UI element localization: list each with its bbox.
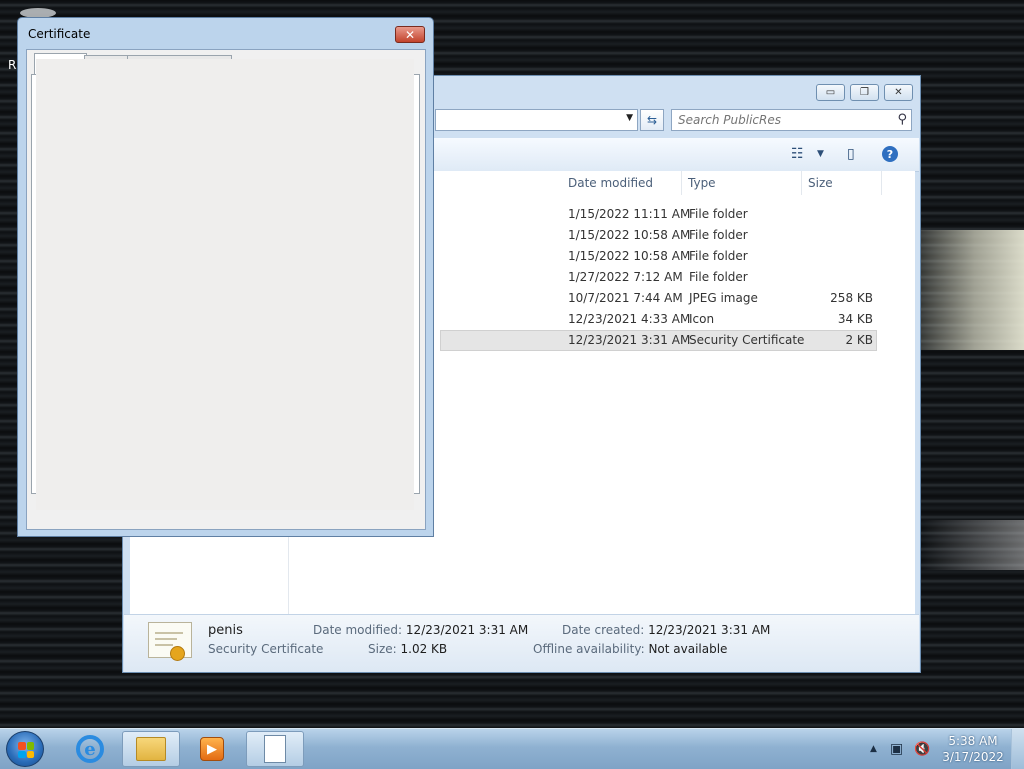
taskbar-media-player[interactable]: ▶: [184, 731, 240, 767]
file-date: 10/7/2021 7:44 AM: [568, 291, 683, 305]
file-date: 1/27/2022 7:12 AM: [568, 270, 683, 284]
details-file-type: Security Certificate: [208, 642, 324, 656]
taskbar: e ▶ ▲ ▣ 🔇 5:38 AM 3/17/2022: [0, 728, 1024, 769]
start-button[interactable]: [6, 731, 44, 767]
windows-explorer-icon: [136, 737, 166, 761]
show-hidden-icons[interactable]: ▲: [870, 729, 877, 769]
file-row[interactable]: 1/15/2022 11:11 AM File folder: [440, 204, 877, 225]
close-button[interactable]: ✕: [884, 84, 913, 101]
windows-logo-icon: [18, 742, 34, 758]
help-icon[interactable]: ?: [882, 146, 898, 162]
minimize-button[interactable]: ▭: [816, 84, 845, 101]
preview-pane-icon[interactable]: ▯: [847, 146, 855, 162]
internet-explorer-icon: e: [76, 735, 104, 763]
views-icon[interactable]: ☷: [791, 146, 804, 162]
search-input[interactable]: [672, 110, 884, 130]
address-bar[interactable]: ▼: [435, 109, 638, 131]
file-date: 12/23/2021 3:31 AM: [568, 333, 691, 347]
certificate-icon: [148, 622, 192, 661]
column-header-size[interactable]: Size: [802, 171, 882, 195]
show-desktop-button[interactable]: [1011, 729, 1024, 769]
file-type: File folder: [689, 249, 748, 263]
file-row[interactable]: 10/7/2021 7:44 AM JPEG image 258 KB: [440, 288, 877, 309]
file-size: 258 KB: [830, 291, 873, 305]
column-header-type[interactable]: Type: [682, 171, 802, 195]
file-row[interactable]: 12/23/2021 4:33 AM Icon 34 KB: [440, 309, 877, 330]
search-box[interactable]: ⚲: [671, 109, 912, 131]
document-icon: [264, 735, 286, 763]
dialog-title: Certificate: [28, 27, 91, 41]
media-player-icon: ▶: [200, 737, 224, 761]
clock-date: 3/17/2022: [942, 750, 1004, 764]
close-button[interactable]: ✕: [395, 26, 425, 43]
file-row[interactable]: 1/27/2022 7:12 AM File folder: [440, 267, 877, 288]
search-icon[interactable]: ⚲: [897, 112, 907, 127]
taskbar-windows-explorer[interactable]: [122, 731, 180, 767]
unrendered-area: [36, 59, 414, 510]
views-dropdown-icon[interactable]: ▼: [817, 149, 824, 159]
details-date-created: Date created: 12/23/2021 3:31 AM: [562, 623, 771, 637]
desktop-edge-text: R: [8, 58, 17, 72]
details-pane: penis Security Certificate Date modified…: [124, 614, 919, 672]
file-row-selected[interactable]: 12/23/2021 3:31 AM Security Certificate …: [440, 330, 877, 351]
file-type: Security Certificate: [689, 333, 805, 347]
file-type: JPEG image: [689, 291, 758, 305]
file-type: File folder: [689, 207, 748, 221]
maximize-button[interactable]: ❐: [850, 84, 879, 101]
file-row[interactable]: 1/15/2022 10:58 AM File folder: [440, 246, 877, 267]
taskbar-certificate[interactable]: [246, 731, 304, 767]
close-icon: ✕: [404, 27, 416, 42]
details-date-modified: Date modified: 12/23/2021 3:31 AM: [313, 623, 529, 637]
file-date: 1/15/2022 11:11 AM: [568, 207, 691, 221]
column-header-date-modified[interactable]: Date modified: [562, 171, 682, 195]
file-type: File folder: [689, 270, 748, 284]
details-file-name: penis: [208, 623, 243, 638]
wallpaper-streak: [920, 520, 1024, 570]
file-size: 34 KB: [837, 312, 873, 326]
details-size: Size: 1.02 KB: [368, 642, 448, 656]
file-size: 2 KB: [845, 333, 873, 347]
chevron-down-icon[interactable]: ▼: [626, 113, 633, 123]
file-date: 1/15/2022 10:58 AM: [568, 249, 691, 263]
refresh-button[interactable]: ⇆: [640, 109, 664, 131]
file-row[interactable]: 1/15/2022 10:58 AM File folder: [440, 225, 877, 246]
file-type: Icon: [689, 312, 715, 326]
taskbar-internet-explorer[interactable]: e: [62, 731, 118, 767]
volume-muted-icon[interactable]: 🔇: [914, 729, 930, 769]
file-type: File folder: [689, 228, 748, 242]
certificate-dialog: Certificate ✕ General Details Certificat…: [17, 17, 434, 537]
network-icon[interactable]: ▣: [890, 729, 903, 769]
file-date: 12/23/2021 4:33 AM: [568, 312, 691, 326]
refresh-icon: ⇆: [646, 113, 658, 127]
system-clock[interactable]: 5:38 AM 3/17/2022: [940, 733, 1006, 765]
clock-time: 5:38 AM: [948, 734, 998, 748]
details-offline-availability: Offline availability: Not available: [533, 642, 728, 656]
file-date: 1/15/2022 10:58 AM: [568, 228, 691, 242]
